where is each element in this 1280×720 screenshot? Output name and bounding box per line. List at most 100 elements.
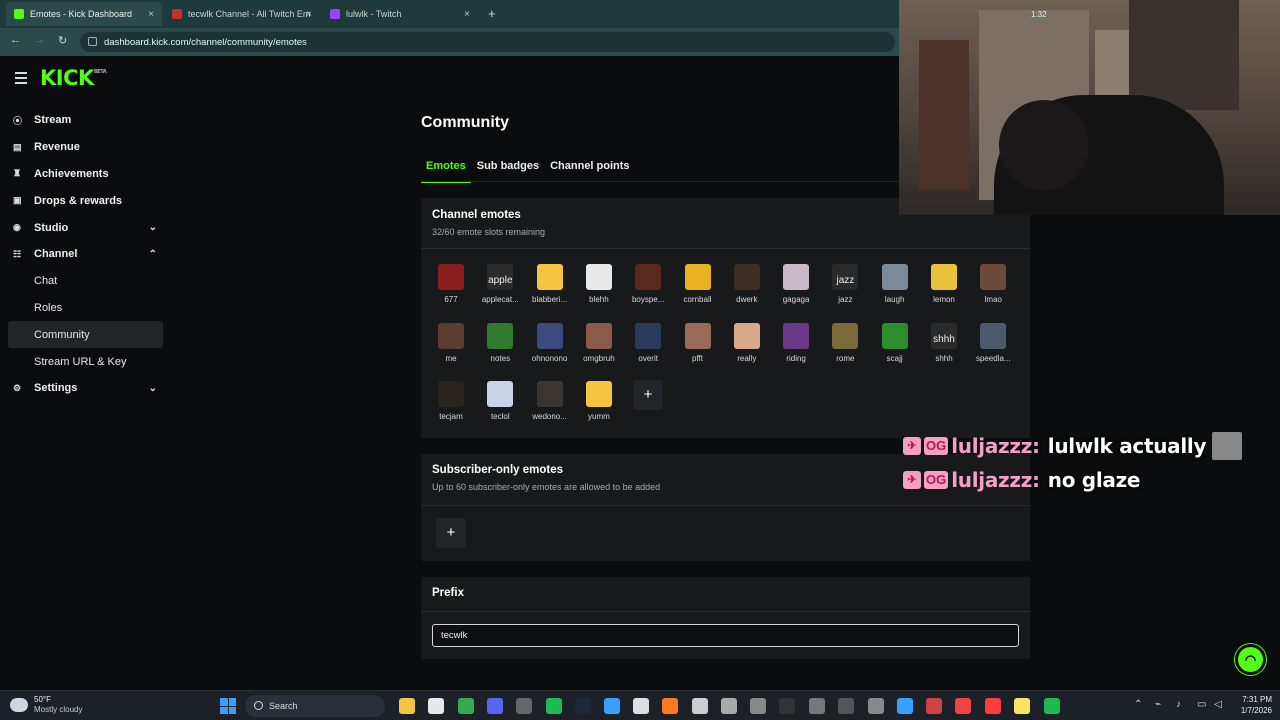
close-tab-icon[interactable]: ×: [306, 9, 312, 20]
app-icon[interactable]: [750, 698, 766, 714]
network-icon[interactable]: ⌁: [1155, 699, 1161, 710]
music-icon[interactable]: [985, 698, 1001, 714]
discord-icon[interactable]: [487, 698, 503, 714]
app-icon[interactable]: [809, 698, 825, 714]
sidebar-item-label: Stream URL & Key: [34, 355, 127, 368]
app-icon[interactable]: [1014, 698, 1030, 714]
sidebar-item-settings[interactable]: ⚙ Settings ⌄: [0, 375, 170, 402]
emote-scajj[interactable]: scajj: [872, 322, 918, 363]
tab-channel-points[interactable]: Channel points: [545, 158, 634, 183]
sidebar-item-channel[interactable]: ☷ Channel ⌃: [0, 241, 170, 268]
close-tab-icon[interactable]: ×: [464, 9, 470, 20]
emote-applecat[interactable]: apple applecat...: [477, 264, 523, 304]
browser-icon[interactable]: [604, 698, 620, 714]
tab-sub-badges[interactable]: Sub badges: [472, 158, 544, 183]
browser-tab-twitch[interactable]: lulwlk - Twitch ×: [322, 2, 478, 26]
emote-name: blehh: [589, 295, 609, 304]
kick-logo[interactable]: KICK BETA: [40, 66, 107, 90]
emote-image: [733, 322, 760, 349]
sidebar-item-achievements[interactable]: ♜ Achievements: [0, 161, 170, 188]
app-icon[interactable]: [955, 698, 971, 714]
emote-laugh[interactable]: laugh: [872, 264, 918, 304]
sidebar-item-chat[interactable]: Chat: [0, 268, 170, 295]
emote-677[interactable]: 677: [428, 264, 474, 304]
emote-wedontcare[interactable]: wedono...: [527, 381, 573, 421]
reload-icon[interactable]: ↻: [58, 34, 67, 47]
store-icon[interactable]: [428, 698, 444, 714]
menu-icon[interactable]: [15, 72, 27, 87]
emote-dwerk[interactable]: dwerk: [724, 264, 770, 304]
app-icon[interactable]: [897, 698, 913, 714]
prefix-input[interactable]: tecwlk: [432, 624, 1019, 647]
emote-lmao[interactable]: lmao: [970, 264, 1016, 304]
rocket-badge-icon: ✈: [903, 471, 921, 489]
volume-icon[interactable]: ◁: [1214, 699, 1222, 710]
settings-icon[interactable]: [721, 698, 737, 714]
app-icon[interactable]: [926, 698, 942, 714]
tray-chevron-icon[interactable]: ⌃: [1134, 699, 1142, 710]
url-field[interactable]: dashboard.kick.com/channel/community/emo…: [80, 32, 895, 52]
emote-notes[interactable]: notes: [477, 322, 523, 363]
emote-blehh[interactable]: blehh: [576, 264, 622, 304]
emote-ohnonono[interactable]: ohnonono: [527, 322, 573, 363]
browser-tab-kick[interactable]: Emotes - Kick Dashboard ×: [6, 2, 162, 26]
emote-speedlaugh[interactable]: speedla...: [970, 322, 1016, 363]
chrome-icon[interactable]: [458, 698, 474, 714]
emote-omgbruh[interactable]: omgbruh: [576, 322, 622, 363]
app-icon[interactable]: [662, 698, 678, 714]
emote-gagaga[interactable]: gagaga: [773, 264, 819, 304]
sidebar-item-drops[interactable]: ▣ Drops & rewards: [0, 187, 170, 214]
sidebar-item-revenue[interactable]: ▤ Revenue: [0, 134, 170, 161]
emote-rome[interactable]: rome: [822, 322, 868, 363]
sidebar-item-stream[interactable]: ⦿ Stream: [0, 107, 170, 134]
sidebar-item-studio[interactable]: ◉ Studio ⌄: [0, 214, 170, 241]
mic-icon[interactable]: ♪: [1176, 699, 1181, 710]
app-icon[interactable]: [692, 698, 708, 714]
support-chat-button[interactable]: ◠: [1235, 644, 1266, 675]
emote-pfft[interactable]: pfft: [675, 322, 721, 363]
emote-lemon[interactable]: lemon: [921, 264, 967, 304]
close-tab-icon[interactable]: ×: [148, 9, 154, 20]
taskbar-clock[interactable]: 7:31 PM 1/7/2026: [1228, 694, 1272, 716]
forward-arrow-icon[interactable]: →: [34, 34, 45, 46]
add-emote-button[interactable]: +: [633, 380, 663, 410]
emote-really[interactable]: really: [724, 322, 770, 363]
emote-riding[interactable]: riding: [773, 322, 819, 363]
emote-name: omgbruh: [583, 353, 615, 363]
sidebar-item-stream-url-key[interactable]: Stream URL & Key: [0, 348, 170, 375]
emote-tecjam[interactable]: tecjam: [428, 381, 474, 421]
site-info-icon[interactable]: [88, 37, 97, 46]
app-icon[interactable]: [838, 698, 854, 714]
app-icon[interactable]: [868, 698, 884, 714]
emote-cornball[interactable]: cornball: [675, 264, 721, 304]
emote-jazz[interactable]: jazz jazz: [822, 264, 868, 304]
browser-tab-tecwlk[interactable]: tecwlk Channel - All Twitch Em ×: [164, 2, 320, 26]
emote-boyspeak[interactable]: boyspe...: [625, 264, 671, 304]
tab-emotes[interactable]: Emotes: [421, 158, 471, 183]
steam-icon[interactable]: [575, 698, 591, 714]
spotify-icon[interactable]: [1044, 698, 1060, 714]
app-icon[interactable]: [779, 698, 795, 714]
file-explorer-icon[interactable]: [399, 698, 415, 714]
gift-icon: ▣: [13, 195, 22, 206]
emote-name: boyspe...: [631, 295, 665, 304]
emote-overit[interactable]: overit: [625, 322, 671, 363]
back-arrow-icon[interactable]: ←: [10, 34, 21, 46]
emote-blabbering[interactable]: blabberi...: [527, 264, 573, 304]
emote-shhh[interactable]: shhh shhh: [921, 322, 967, 363]
emote-me[interactable]: me: [428, 322, 474, 363]
sidebar-item-roles[interactable]: Roles: [0, 295, 170, 322]
add-subscriber-emote-button[interactable]: +: [436, 518, 466, 548]
emote-yumm[interactable]: yumm: [576, 381, 622, 421]
sidebar-item-community[interactable]: Community: [8, 321, 163, 349]
xbox-icon[interactable]: [546, 698, 562, 714]
windows-start-icon[interactable]: [220, 698, 236, 714]
chat-text: lulwlk actually: [1047, 434, 1207, 458]
monitor-icon[interactable]: ▭: [1197, 699, 1206, 710]
emote-image: [585, 381, 612, 407]
emote-teclol[interactable]: teclol: [477, 381, 523, 421]
app-icon[interactable]: [633, 698, 649, 714]
app-icon[interactable]: [516, 698, 532, 714]
taskbar-search[interactable]: Search: [245, 695, 385, 717]
new-tab-button[interactable]: +: [488, 6, 496, 21]
